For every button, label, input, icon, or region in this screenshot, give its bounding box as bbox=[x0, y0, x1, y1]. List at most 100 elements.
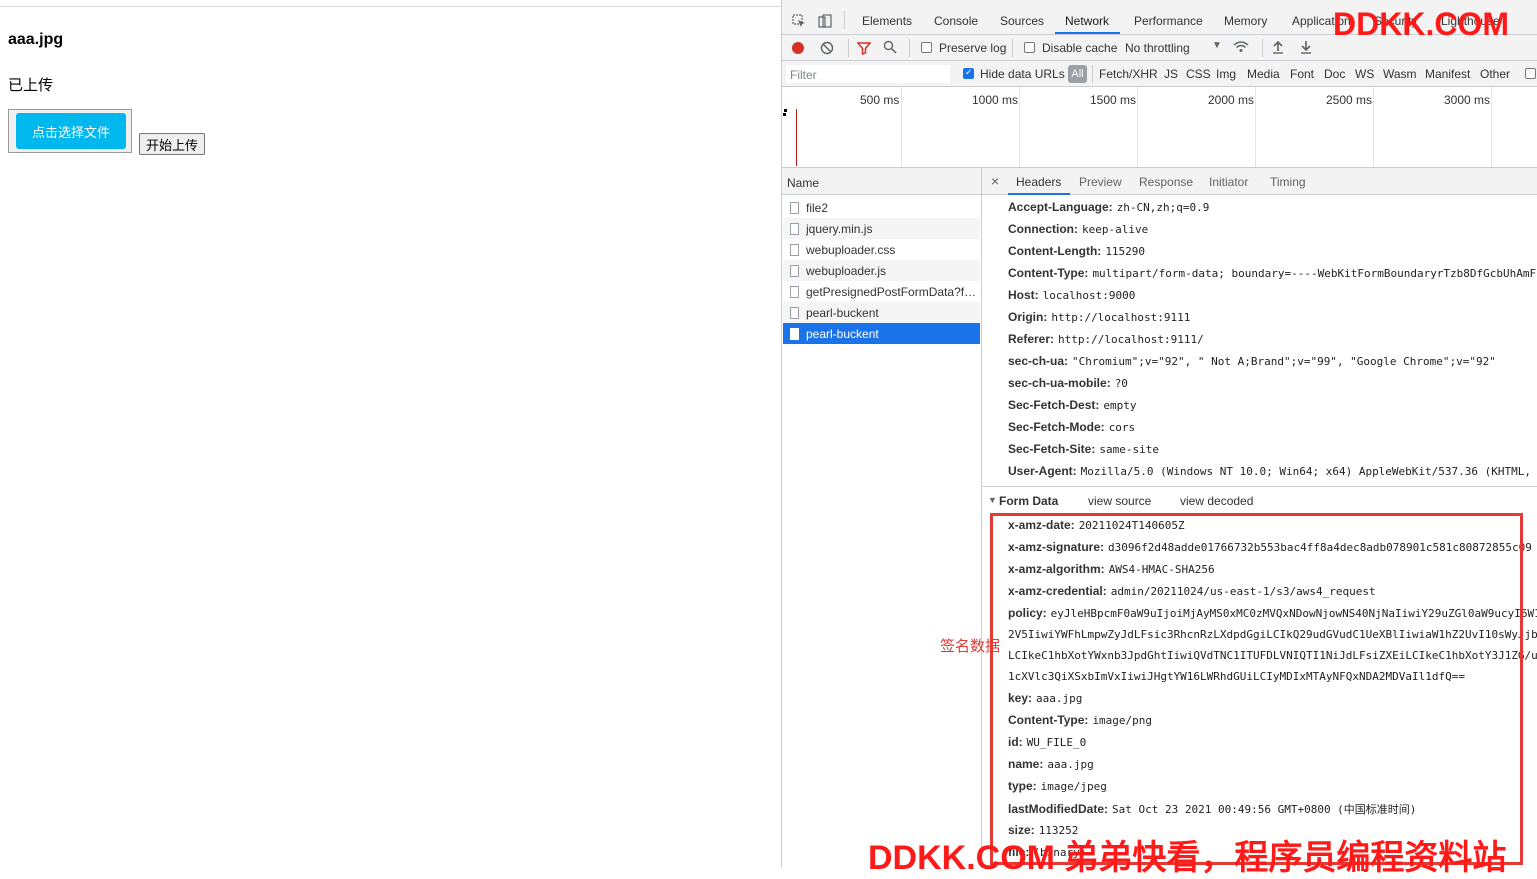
tab-elements[interactable]: Elements bbox=[862, 14, 912, 28]
network-conditions-icon[interactable] bbox=[1233, 40, 1249, 57]
import-har-icon[interactable] bbox=[1272, 40, 1284, 57]
device-toolbar-icon[interactable] bbox=[817, 13, 833, 29]
filter-type-manifest[interactable]: Manifest bbox=[1425, 67, 1470, 81]
filter-type-img[interactable]: Img bbox=[1216, 67, 1236, 81]
request-row[interactable]: webuploader.js bbox=[783, 260, 980, 281]
header-key: User-Agent: bbox=[1008, 464, 1077, 478]
gridline bbox=[1137, 87, 1138, 167]
filter-type-wasm[interactable]: Wasm bbox=[1383, 67, 1417, 81]
filter-type-ws[interactable]: WS bbox=[1355, 67, 1374, 81]
header-row: Referer: http://localhost:9111/ bbox=[1008, 332, 1204, 346]
choose-file-button[interactable]: 点击选择文件 bbox=[16, 113, 126, 149]
filter-type-doc[interactable]: Doc bbox=[1324, 67, 1345, 81]
record-icon[interactable] bbox=[792, 42, 804, 54]
request-name: webuploader.js bbox=[806, 263, 887, 278]
web-page: aaa.jpg 已上传 点击选择文件 开始上传 bbox=[0, 0, 781, 868]
tab-console[interactable]: Console bbox=[934, 14, 978, 28]
request-bar bbox=[783, 113, 786, 116]
divider bbox=[844, 11, 845, 29]
tab-headers[interactable]: Headers bbox=[1016, 175, 1061, 189]
request-row[interactable]: pearl-buckent bbox=[783, 302, 980, 323]
divider bbox=[982, 486, 1537, 487]
request-name: webuploader.css bbox=[806, 242, 896, 257]
export-har-icon[interactable] bbox=[1300, 40, 1312, 57]
request-row[interactable]: webuploader.css bbox=[783, 239, 980, 260]
tab-memory[interactable]: Memory bbox=[1224, 14, 1267, 28]
search-icon[interactable] bbox=[883, 40, 897, 57]
filter-icon[interactable] bbox=[856, 41, 872, 58]
divider bbox=[1012, 39, 1013, 57]
file-icon bbox=[790, 201, 799, 214]
load-marker bbox=[796, 109, 797, 166]
gridline bbox=[1019, 87, 1020, 167]
header-row: Content-Type: multipart/form-data; bounda… bbox=[1008, 266, 1537, 280]
hide-data-urls-checkbox[interactable] bbox=[963, 67, 974, 79]
request-name: jquery.min.js bbox=[806, 221, 873, 236]
name-column-header[interactable]: Name bbox=[782, 168, 981, 195]
request-row[interactable]: file2 bbox=[783, 197, 980, 218]
timeline-tick: 2500 ms bbox=[1326, 93, 1373, 107]
filter-type-media[interactable]: Media bbox=[1247, 67, 1280, 81]
blocked-requests-checkbox[interactable] bbox=[1525, 68, 1536, 79]
tab-initiator[interactable]: Initiator bbox=[1209, 175, 1248, 189]
filter-input[interactable]: Filter bbox=[786, 65, 950, 83]
filter-type-css[interactable]: CSS bbox=[1186, 67, 1211, 81]
header-key: Content-Length: bbox=[1008, 244, 1102, 258]
file-name: aaa.jpg bbox=[8, 31, 64, 48]
view-source-link[interactable]: view source bbox=[1088, 494, 1151, 508]
form-data-title[interactable]: Form Data bbox=[999, 494, 1058, 508]
header-key: Host: bbox=[1008, 288, 1039, 302]
clear-icon[interactable] bbox=[820, 41, 834, 58]
preserve-log-checkbox[interactable] bbox=[921, 42, 932, 53]
chevron-down-icon[interactable]: ▼ bbox=[1212, 40, 1222, 51]
gridline bbox=[1491, 87, 1492, 167]
header-value: http://localhost:9111 bbox=[1051, 311, 1191, 324]
active-tab-indicator bbox=[1008, 193, 1070, 195]
gridline bbox=[1373, 87, 1374, 167]
filter-type-other[interactable]: Other bbox=[1480, 67, 1510, 81]
header-key: Sec-Fetch-Dest: bbox=[1008, 398, 1100, 412]
header-key: Sec-Fetch-Mode: bbox=[1008, 420, 1105, 434]
header-value: localhost:9000 bbox=[1042, 289, 1136, 302]
header-row: Sec-Fetch-Site: same-site bbox=[1008, 442, 1159, 456]
inspect-element-icon[interactable] bbox=[791, 13, 807, 29]
tab-timing[interactable]: Timing bbox=[1270, 175, 1306, 189]
divider bbox=[0, 6, 781, 7]
tab-performance[interactable]: Performance bbox=[1134, 14, 1203, 28]
gridline bbox=[1255, 87, 1256, 167]
triangle-down-icon[interactable]: ▼ bbox=[988, 495, 997, 505]
divider bbox=[909, 39, 910, 57]
header-row: Host: localhost:9000 bbox=[1008, 288, 1135, 302]
throttling-select[interactable]: No throttling bbox=[1125, 41, 1190, 55]
tab-network[interactable]: Network bbox=[1065, 14, 1109, 28]
highlight-box bbox=[990, 513, 1523, 865]
request-list: Name file2 jquery.min.js webuploader.css… bbox=[782, 168, 982, 868]
tab-response[interactable]: Response bbox=[1139, 175, 1193, 189]
network-overview[interactable]: 500 ms 1000 ms 1500 ms 2000 ms 2500 ms 3… bbox=[782, 87, 1537, 168]
tab-preview[interactable]: Preview bbox=[1079, 175, 1122, 189]
file-icon bbox=[790, 243, 799, 256]
start-upload-button[interactable]: 开始上传 bbox=[139, 133, 206, 155]
request-row-selected[interactable]: pearl-buckent bbox=[783, 323, 980, 344]
filter-type-all[interactable]: All bbox=[1068, 65, 1087, 83]
watermark-bottom: DDKK.COM 弟弟快看，程序员编程资料站 bbox=[868, 839, 1507, 877]
name-header-label: Name bbox=[787, 176, 820, 190]
tab-sources[interactable]: Sources bbox=[1000, 14, 1044, 28]
view-decoded-link[interactable]: view decoded bbox=[1180, 494, 1253, 508]
filter-type-font[interactable]: Font bbox=[1290, 67, 1314, 81]
request-row[interactable]: getPresignedPostFormData?fil... bbox=[783, 281, 980, 302]
header-row: Connection: keep-alive bbox=[1008, 222, 1148, 236]
header-value: http://localhost:9111/ bbox=[1058, 333, 1204, 346]
annotation-label: 签名数据 bbox=[940, 637, 1001, 655]
request-row[interactable]: jquery.min.js bbox=[783, 218, 980, 239]
request-bar bbox=[784, 109, 787, 112]
filter-type-js[interactable]: JS bbox=[1164, 67, 1178, 81]
close-icon[interactable]: × bbox=[991, 173, 999, 189]
disable-cache-checkbox[interactable] bbox=[1024, 42, 1035, 53]
filter-type-fetch-xhr[interactable]: Fetch/XHR bbox=[1099, 67, 1158, 81]
timeline-tick: 3000 ms bbox=[1444, 93, 1491, 107]
upload-status: 已上传 bbox=[8, 76, 54, 94]
timeline-tick: 1500 ms bbox=[1090, 93, 1137, 107]
file-icon bbox=[790, 264, 799, 277]
header-value: zh-CN,zh;q=0.9 bbox=[1116, 201, 1210, 214]
